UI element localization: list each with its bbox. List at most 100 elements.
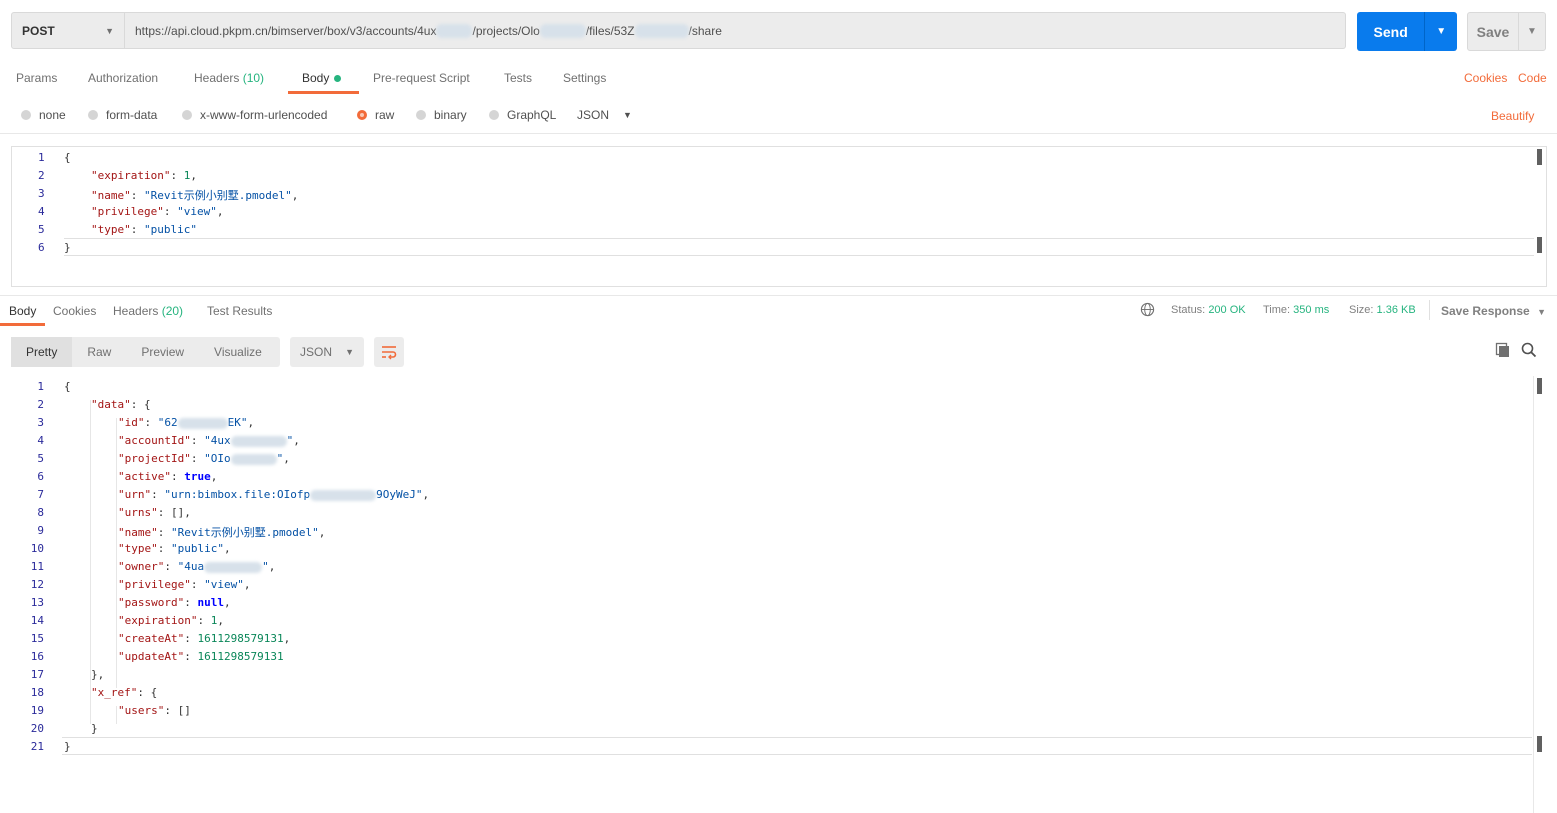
globe-icon[interactable]	[1140, 302, 1155, 320]
radio-none-label: none	[39, 108, 66, 122]
code-line: "password": null,	[118, 596, 231, 609]
line-number: 12	[30, 578, 44, 591]
response-tab-headers-count: (20)	[161, 304, 184, 318]
editor-scrollbar[interactable]	[1537, 149, 1542, 165]
url-input[interactable]: https://api.cloud.pkpm.cn/bimserver/box/…	[125, 12, 1346, 49]
code-link[interactable]: Code	[1518, 71, 1547, 85]
radio-form-data[interactable]: form-data	[88, 108, 157, 122]
line-number: 16	[30, 650, 44, 663]
line-number: 17	[30, 668, 44, 681]
radio-urlencoded[interactable]: x-www-form-urlencoded	[182, 108, 327, 122]
radio-none[interactable]: none	[21, 108, 66, 122]
code-line: "urns": [],	[118, 506, 191, 519]
wrap-lines-icon	[382, 346, 397, 360]
radio-raw[interactable]: raw	[357, 108, 394, 122]
radio-graphql[interactable]: GraphQL	[489, 108, 556, 122]
code-line: "updateAt": 1611298579131	[118, 650, 284, 663]
view-visualize[interactable]: Visualize	[199, 345, 277, 359]
wrap-lines-button[interactable]	[374, 337, 404, 367]
tab-params[interactable]: Params	[16, 71, 57, 85]
code-line: "type": "public"	[91, 223, 197, 236]
cookies-link[interactable]: Cookies	[1464, 71, 1507, 85]
tab-pre-request-script[interactable]: Pre-request Script	[373, 71, 470, 85]
line-number: 8	[37, 506, 44, 519]
chevron-down-icon: ▼	[105, 25, 114, 36]
tab-settings[interactable]: Settings	[563, 71, 606, 85]
line-number: 2	[38, 169, 45, 182]
line-number: 13	[30, 596, 44, 609]
save-response-button[interactable]: Save Response ▼	[1441, 304, 1546, 318]
url-part-4: /share	[688, 23, 722, 38]
save-button[interactable]: Save ▼	[1467, 12, 1546, 51]
code-close-brace: }	[64, 740, 71, 753]
line-number: 10	[30, 542, 44, 555]
editor-scrollbar-end[interactable]	[1537, 237, 1542, 253]
response-scrollbar[interactable]	[1537, 378, 1542, 394]
tab-body-label: Body	[302, 71, 330, 85]
code-line: "name": "Revit示例小别墅.pmodel",	[91, 189, 299, 202]
line-number: 5	[37, 452, 44, 465]
response-active-tab-underline	[0, 323, 45, 326]
response-scrollbar-end[interactable]	[1537, 736, 1542, 752]
radio-circle	[21, 110, 31, 120]
beautify-link[interactable]: Beautify	[1491, 109, 1534, 123]
send-dropdown-icon[interactable]: ▼	[1424, 12, 1457, 51]
code-line: "accountId": "4ux ",	[118, 434, 300, 447]
redacted-account	[436, 23, 473, 38]
radio-circle-selected	[357, 110, 367, 120]
response-format-select[interactable]: JSON ▼	[290, 337, 364, 367]
body-format-select[interactable]: JSON ▼	[577, 108, 632, 122]
code-line: "urn": "urn:bimbox.file:OIofp 9OyWeJ",	[118, 488, 430, 501]
code-line: "data": {	[91, 398, 151, 411]
radio-circle	[88, 110, 98, 120]
radio-binary[interactable]: binary	[416, 108, 467, 122]
view-raw[interactable]: Raw	[72, 345, 126, 359]
chevron-down-icon: ▼	[345, 347, 354, 357]
response-tab-test-results[interactable]: Test Results	[207, 304, 272, 318]
size-value: 1.36 KB	[1376, 304, 1416, 316]
response-tab-body[interactable]: Body	[9, 304, 36, 318]
url-part-2: /projects/Olo	[472, 23, 540, 38]
tab-headers-count: (10)	[242, 71, 265, 85]
tab-authorization[interactable]: Authorization	[88, 71, 158, 85]
response-view-switcher: Pretty Raw Preview Visualize	[11, 337, 280, 367]
send-label: Send	[1373, 23, 1408, 40]
response-body-viewer[interactable]: 1 2 3 4 5 6 7 8 9 10 11 12 13 14 15 16 17 18 19 20 21 { "dat…	[0, 376, 1548, 813]
response-tab-headers[interactable]: Headers (20)	[113, 304, 183, 318]
code-line: "privilege": "view",	[91, 205, 224, 218]
line-number: 14	[30, 614, 44, 627]
search-icon[interactable]	[1521, 342, 1537, 361]
copy-icon[interactable]	[1495, 342, 1511, 361]
chevron-down-icon: ▼	[623, 110, 632, 120]
method-select[interactable]: POST ▼	[11, 12, 125, 49]
redacted-file	[634, 23, 689, 38]
line-number: 4	[38, 205, 45, 218]
code-line: }	[91, 722, 98, 735]
code-line: "expiration": 1,	[91, 169, 197, 182]
save-dropdown-icon[interactable]: ▼	[1518, 13, 1545, 50]
body-format-label: JSON	[577, 108, 610, 122]
line-number: 18	[30, 686, 44, 699]
time-value: 350 ms	[1293, 304, 1330, 316]
active-line-highlight	[64, 238, 1534, 256]
active-tab-underline	[288, 91, 359, 94]
code-line: },	[91, 668, 105, 681]
tab-tests[interactable]: Tests	[504, 71, 532, 85]
radio-binary-label: binary	[434, 108, 467, 122]
view-pretty[interactable]: Pretty	[11, 337, 73, 367]
radio-graphql-label: GraphQL	[507, 108, 557, 122]
line-number: 6	[37, 470, 44, 483]
code-line: "type": "public",	[118, 542, 231, 555]
code-line: "id": "62 EK",	[118, 416, 255, 429]
tab-headers[interactable]: Headers (10)	[194, 71, 264, 85]
active-line-highlight	[62, 737, 1532, 755]
size-readout: Size: 1.36 KB	[1349, 304, 1416, 316]
request-body-editor[interactable]: 1 2 3 4 5 6 { "expiration": 1, "name": "…	[11, 146, 1547, 287]
line-number: 19	[30, 704, 44, 717]
radio-circle	[489, 110, 499, 120]
view-preview[interactable]: Preview	[126, 345, 199, 359]
tab-body[interactable]: Body	[302, 71, 342, 85]
response-tab-cookies[interactable]: Cookies	[53, 304, 96, 318]
send-button[interactable]: Send ▼	[1357, 12, 1457, 51]
url-part-1: https://api.cloud.pkpm.cn/bimserver/box/…	[135, 23, 437, 38]
